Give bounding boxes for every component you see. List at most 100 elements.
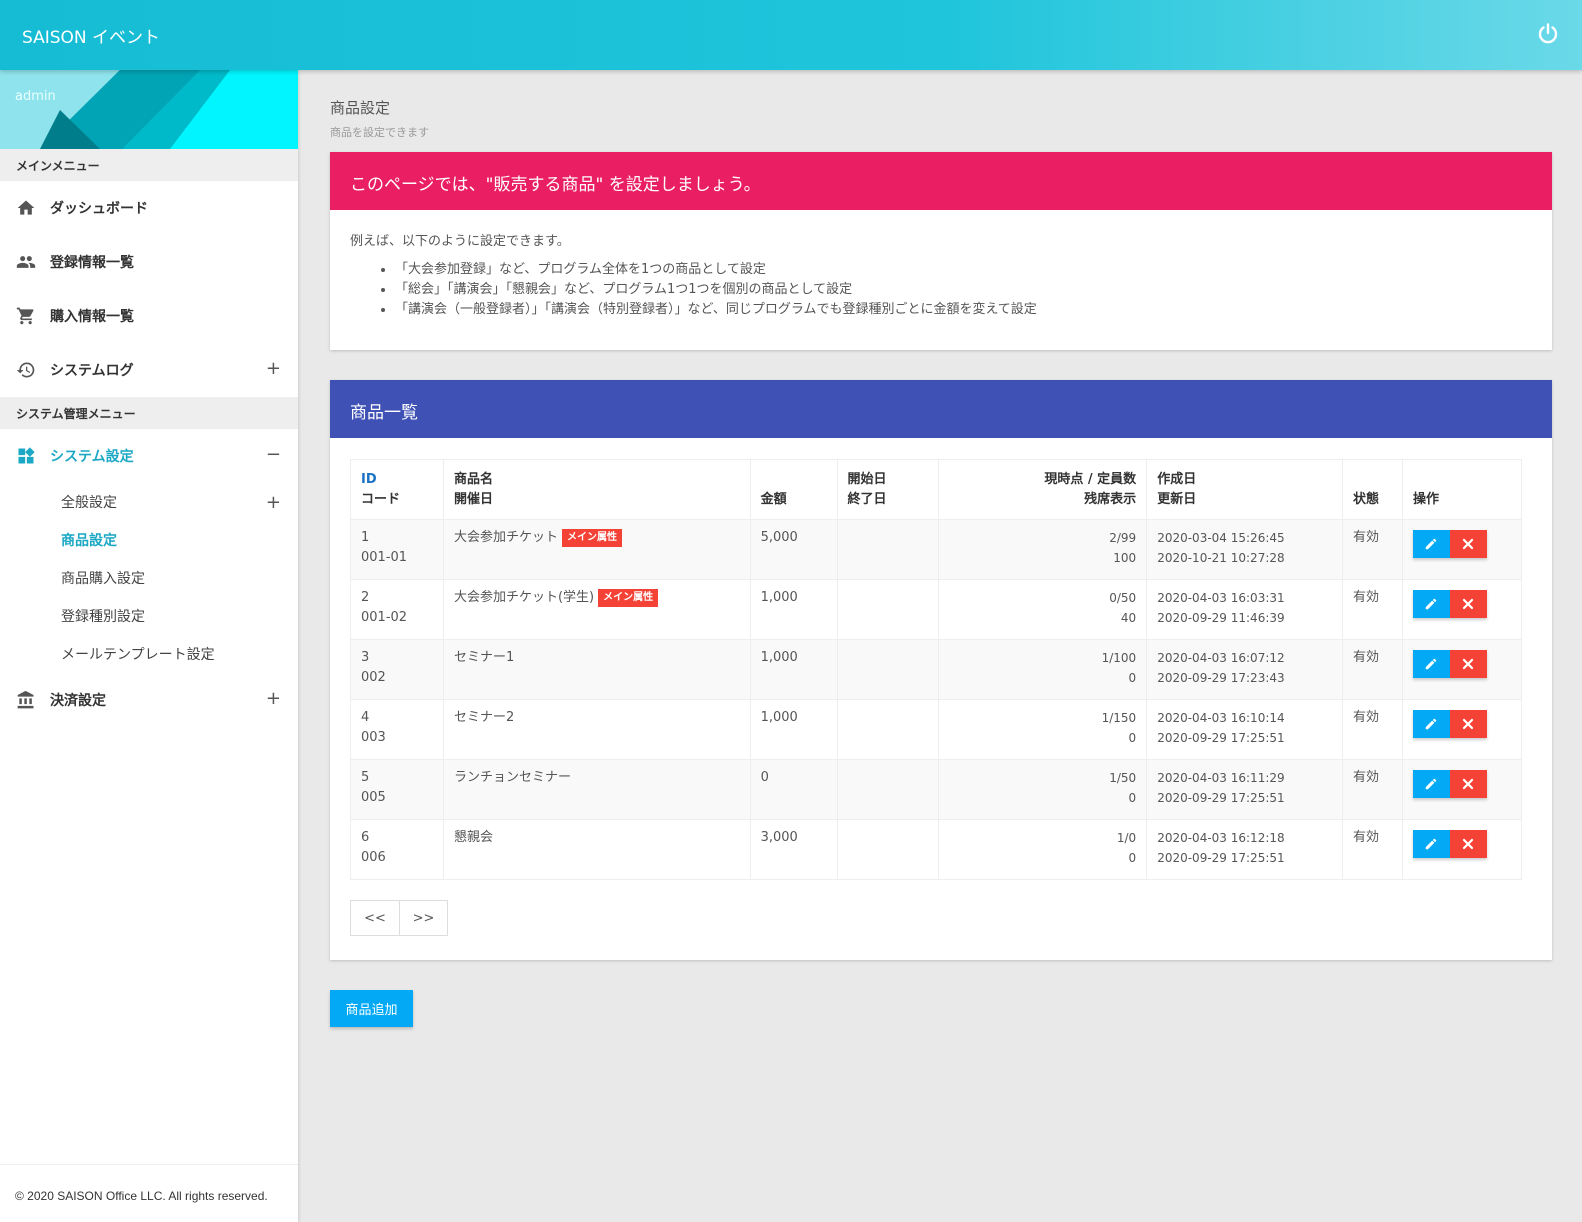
cell-id: 4 003 (350, 699, 444, 760)
cell-timestamps: 2020-03-04 15:26:45 2020-10-21 10:27:28 (1146, 519, 1344, 580)
delete-button[interactable] (1449, 590, 1487, 618)
submenu-item-mail-templates[interactable]: メールテンプレート設定 (0, 635, 298, 673)
submenu-item-products[interactable]: 商品設定 (0, 521, 298, 559)
edit-button[interactable] (1412, 530, 1450, 558)
cell-status: 有効 (1342, 579, 1403, 640)
table-row: 3 002 セミナー1 1,000 1/100 0 2020-04-03 16:07:12 2… (350, 639, 1523, 700)
submenu-item-product-purchase[interactable]: 商品購入設定 (0, 559, 298, 597)
cell-timestamps: 2020-04-03 16:03:31 2020-09-29 11:46:39 (1146, 579, 1344, 640)
close-icon (1462, 718, 1474, 730)
delete-button[interactable] (1449, 530, 1487, 558)
sortable-id-label[interactable]: ID (361, 472, 377, 487)
capacity-value: 1/150 (1101, 711, 1137, 725)
sidebar-item-system-settings[interactable]: システム設定 − (0, 429, 298, 483)
sidebar-item-purchases[interactable]: 購入情報一覧 (0, 289, 298, 343)
submenu-item-label: メールテンプレート設定 (61, 647, 215, 663)
product-id: 2 (361, 590, 370, 605)
cell-capacity: 0/50 40 (938, 579, 1148, 640)
edit-button[interactable] (1412, 830, 1450, 858)
pencil-icon (1424, 537, 1438, 551)
cell-id: 2 001-02 (350, 579, 444, 640)
product-code: 005 (361, 790, 386, 805)
user-banner: admin (0, 70, 298, 149)
remaining-value: 0 (1128, 791, 1137, 805)
close-icon (1462, 658, 1474, 670)
sidebar-item-label: 購入情報一覧 (50, 309, 134, 325)
pencil-icon (1424, 717, 1438, 731)
page-subtitle: 商品を設定できます (330, 126, 429, 139)
capacity-value: 2/99 (1109, 531, 1137, 545)
cell-status: 有効 (1342, 699, 1403, 760)
column-header-status: 状態 (1342, 459, 1403, 520)
product-id: 6 (361, 830, 370, 845)
updated-at: 2020-09-29 17:25:51 (1157, 791, 1285, 805)
collapse-icon[interactable]: − (266, 446, 281, 464)
updated-at: 2020-09-29 17:25:51 (1157, 731, 1285, 745)
info-card-body: 例えば、以下のように設定できます。 「大会参加登録」など、プログラム全体を1つの… (330, 210, 1552, 340)
pagination: << >> (350, 900, 448, 936)
edit-button[interactable] (1412, 650, 1450, 678)
sidebar-item-registrations[interactable]: 登録情報一覧 (0, 235, 298, 289)
edit-button[interactable] (1412, 770, 1450, 798)
cell-price: 1,000 (749, 639, 838, 700)
expand-icon[interactable]: + (266, 690, 281, 708)
row-actions (1412, 710, 1487, 738)
user-name: admin (15, 89, 56, 104)
cell-name: 大会参加チケット(学生) メイン属性 (442, 579, 751, 640)
cell-actions (1401, 759, 1523, 820)
sidebar-item-payment[interactable]: 決済設定 + (0, 673, 298, 727)
sidebar-item-dashboard[interactable]: ダッシュボード (0, 181, 298, 235)
edit-button[interactable] (1412, 590, 1450, 618)
cell-status: 有効 (1342, 639, 1403, 700)
product-list-heading: 商品一覧 (330, 380, 1552, 438)
cell-capacity: 1/100 0 (938, 639, 1148, 700)
expand-icon[interactable]: + (266, 492, 281, 513)
info-list: 「大会参加登録」など、プログラム全体を1つの商品として設定 「総会」「講演会」「… (350, 260, 1532, 320)
prev-page-button[interactable]: << (351, 901, 399, 935)
capacity-value: 1/100 (1101, 651, 1137, 665)
dashboard-icon (16, 446, 36, 466)
pencil-icon (1424, 777, 1438, 791)
cell-name: セミナー2 (442, 699, 751, 760)
column-header-capacity: 現時点 / 定員数 残席表示 (938, 459, 1148, 520)
product-id: 1 (361, 530, 370, 545)
cell-dates (836, 819, 940, 880)
page-heading: 商品設定 商品を設定できます (330, 97, 429, 140)
cell-capacity: 1/0 0 (938, 819, 1148, 880)
sidebar-item-system-log[interactable]: システムログ + (0, 343, 298, 397)
sidebar-item-label: 決済設定 (50, 693, 106, 709)
table-row: 2 001-02 大会参加チケット(学生) メイン属性 1,000 0/50 40 2020-… (350, 579, 1523, 640)
column-header-id[interactable]: ID コード (350, 459, 444, 520)
power-icon[interactable] (1536, 22, 1560, 46)
column-header-dates: 開始日 終了日 (836, 459, 940, 520)
updated-at: 2020-09-29 11:46:39 (1157, 611, 1285, 625)
bank-icon (16, 690, 36, 710)
submenu-item-registration-types[interactable]: 登録種別設定 (0, 597, 298, 635)
edit-button[interactable] (1412, 710, 1450, 738)
cell-name: セミナー1 (442, 639, 751, 700)
info-card: このページでは、"販売する商品" を設定しましょう。 例えば、以下のように設定で… (330, 152, 1552, 350)
page-title: 商品設定 (330, 99, 391, 117)
add-product-button[interactable]: 商品追加 (330, 990, 413, 1027)
product-code: 003 (361, 730, 386, 745)
history-icon (16, 360, 36, 380)
capacity-value: 1/0 (1116, 831, 1137, 845)
cell-actions (1401, 699, 1523, 760)
next-page-button[interactable]: >> (399, 901, 447, 935)
submenu-item-general[interactable]: 全般設定 + (0, 483, 298, 521)
delete-button[interactable] (1449, 650, 1487, 678)
sidebar-item-label: ダッシュボード (50, 201, 148, 217)
main-menu-header: メインメニュー (0, 149, 298, 181)
cell-status: 有効 (1342, 519, 1403, 580)
column-label: コード (361, 491, 401, 507)
delete-button[interactable] (1449, 710, 1487, 738)
column-header-price: 金額 (749, 459, 838, 520)
updated-at: 2020-09-29 17:25:51 (1157, 851, 1285, 865)
row-actions (1412, 650, 1487, 678)
table-row: 1 001-01 大会参加チケット メイン属性 5,000 2/99 100 2020-03-… (350, 519, 1523, 580)
column-label: 商品名 (453, 471, 493, 487)
expand-icon[interactable]: + (266, 360, 281, 378)
delete-button[interactable] (1449, 770, 1487, 798)
product-name: 懇親会 (453, 830, 493, 845)
delete-button[interactable] (1449, 830, 1487, 858)
